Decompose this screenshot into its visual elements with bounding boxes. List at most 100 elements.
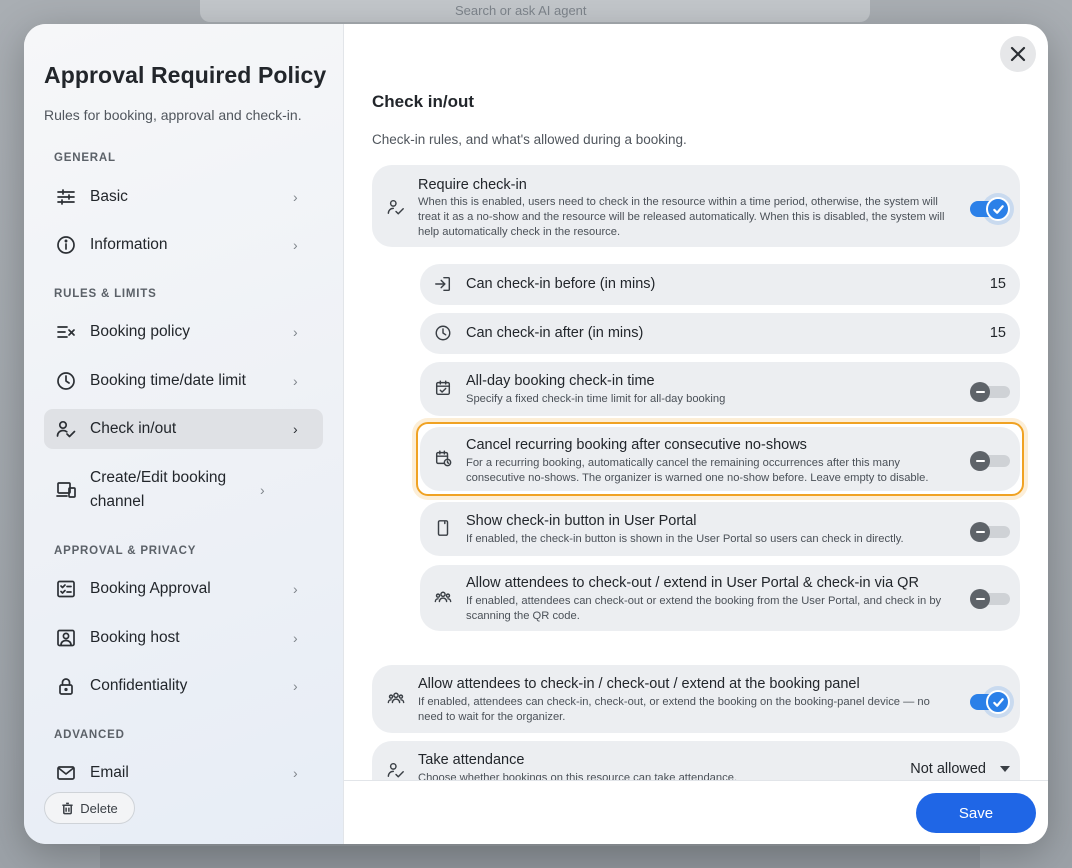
chevron-right-icon: › <box>293 373 298 389</box>
chevron-right-icon: › <box>293 189 298 205</box>
sidebar-item-email[interactable]: Email › <box>44 753 323 793</box>
sidebar-item-label: Booking policy <box>90 323 190 340</box>
sliders-icon <box>56 187 76 207</box>
chevron-right-icon: › <box>293 237 298 253</box>
minus-icon <box>970 522 990 542</box>
attendees-portal-desc: If enabled, attendees can check-out or e… <box>466 595 942 622</box>
calendar-clock-icon <box>434 449 454 469</box>
checkin-after-value[interactable]: 15 <box>990 325 1006 341</box>
attendees-panel-row: Allow attendees to check-in / check-out … <box>372 665 1020 733</box>
chevron-right-icon: › <box>293 765 298 781</box>
calendar-check-icon <box>434 379 454 399</box>
list-x-icon <box>56 322 76 342</box>
background-bottom <box>100 846 980 868</box>
show-checkin-button-row: Show check-in button in User Portal If e… <box>420 502 1020 556</box>
require-checkin-desc: When this is enabled, users need to chec… <box>418 196 945 238</box>
sidebar-item-label: Confidentiality <box>90 677 188 694</box>
attendees-panel-toggle[interactable] <box>970 690 1010 714</box>
cancel-recurring-desc: For a recurring booking, automatically c… <box>466 457 929 484</box>
chevron-right-icon: › <box>293 324 298 340</box>
modal-footer: Save <box>344 780 1048 844</box>
background-search-text: Search or ask AI agent <box>455 3 587 18</box>
attendees-panel-title: Allow attendees to check-in / check-out … <box>418 676 860 692</box>
group-icon <box>387 689 407 709</box>
check-icon <box>986 197 1010 221</box>
delete-button[interactable]: Delete <box>44 792 135 824</box>
attendees-portal-toggle[interactable] <box>970 589 1010 609</box>
sidebar-item-confidentiality[interactable]: Confidentiality › <box>44 666 323 706</box>
clock-icon <box>56 371 76 391</box>
require-checkin-row: Require check-in When this is enabled, u… <box>372 165 1020 247</box>
checkin-before-value[interactable]: 15 <box>990 276 1006 292</box>
checkin-after-title: Can check-in after (in mins) <box>466 325 644 341</box>
attendance-select-value: Not allowed <box>910 761 986 777</box>
host-icon <box>56 628 76 648</box>
show-button-toggle[interactable] <box>970 522 1010 542</box>
attendees-portal-row: Allow attendees to check-out / extend in… <box>420 565 1020 631</box>
clock-icon <box>434 324 454 344</box>
user-check-icon <box>387 198 407 218</box>
attendees-portal-title: Allow attendees to check-out / extend in… <box>466 575 919 591</box>
section-general: GENERAL <box>54 152 116 164</box>
cancel-recurring-title: Cancel recurring booking after consecuti… <box>466 437 807 453</box>
policy-subtitle: Rules for booking, approval and check-in… <box>44 107 302 123</box>
sidebar-item-booking-approval[interactable]: Booking Approval › <box>44 569 323 609</box>
show-button-title: Show check-in button in User Portal <box>466 513 697 529</box>
checkin-after-row: Can check-in after (in mins) 15 <box>420 313 1020 354</box>
allday-checkin-row: All-day booking check-in time Specify a … <box>420 362 1020 416</box>
delete-label: Delete <box>80 800 118 816</box>
user-check-icon <box>387 761 407 780</box>
settings-scroll-area[interactable]: Check in/out Check-in rules, and what's … <box>344 24 1048 780</box>
policy-modal: Approval Required Policy Rules for booki… <box>24 24 1048 844</box>
take-attendance-title: Take attendance <box>418 752 525 768</box>
user-check-icon <box>56 419 76 439</box>
sidebar-item-check-inout[interactable]: Check in/out › <box>44 409 323 449</box>
sidebar-item-basic[interactable]: Basic › <box>44 177 323 217</box>
section-approval: APPROVAL & PRIVACY <box>54 545 197 557</box>
sidebar: Approval Required Policy Rules for booki… <box>24 24 344 844</box>
close-icon <box>1010 46 1026 62</box>
sidebar-item-label: Basic <box>90 188 128 205</box>
allday-desc: Specify a fixed check-in time limit for … <box>466 393 726 405</box>
background-search-bar: Search or ask AI agent <box>200 0 870 22</box>
close-button[interactable] <box>1000 36 1036 72</box>
show-button-desc: If enabled, the check-in button is shown… <box>466 533 904 545</box>
require-checkin-title: Require check-in <box>418 177 527 193</box>
attendees-panel-desc: If enabled, attendees can check-in, chec… <box>418 696 930 723</box>
allday-toggle[interactable] <box>970 382 1010 402</box>
sidebar-item-label: Booking host <box>90 629 180 646</box>
minus-icon <box>970 382 990 402</box>
info-icon <box>56 235 76 255</box>
trash-icon <box>62 802 73 814</box>
group-icon <box>434 588 454 608</box>
minus-icon <box>970 451 990 471</box>
chevron-right-icon: › <box>293 421 298 437</box>
cancel-recurring-row: Cancel recurring booking after consecuti… <box>420 427 1020 491</box>
section-rules: RULES & LIMITS <box>54 288 157 300</box>
chevron-right-icon: › <box>293 630 298 646</box>
cancel-recurring-toggle[interactable] <box>970 451 1010 471</box>
sidebar-item-channel[interactable]: Create/Edit booking channel › <box>44 459 323 521</box>
approval-list-icon <box>56 579 76 599</box>
sidebar-item-booking-host[interactable]: Booking host › <box>44 618 323 658</box>
sidebar-item-label: Booking time/date limit <box>90 372 246 389</box>
sign-in-icon <box>434 275 454 295</box>
sidebar-item-time-limit[interactable]: Booking time/date limit › <box>44 361 323 401</box>
sidebar-item-label: Check in/out <box>90 420 177 437</box>
caret-down-icon <box>1000 766 1010 772</box>
attendance-select[interactable]: Not allowed <box>910 761 1010 777</box>
sidebar-item-label: Booking Approval <box>90 580 211 597</box>
require-checkin-toggle[interactable] <box>970 197 1010 221</box>
chevron-right-icon: › <box>293 678 298 694</box>
minus-icon <box>970 589 990 609</box>
checkin-before-row: Can check-in before (in mins) 15 <box>420 264 1020 305</box>
sidebar-item-label: Information <box>90 236 168 253</box>
main-panel: Check in/out Check-in rules, and what's … <box>344 24 1048 844</box>
sidebar-item-booking-policy[interactable]: Booking policy › <box>44 312 323 352</box>
section-title: Check in/out <box>372 92 475 111</box>
save-button[interactable]: Save <box>916 793 1036 833</box>
policy-title: Approval Required Policy <box>44 62 327 88</box>
sidebar-item-label: Email <box>90 764 129 781</box>
sidebar-item-information[interactable]: Information › <box>44 225 323 265</box>
lock-icon <box>56 676 76 696</box>
